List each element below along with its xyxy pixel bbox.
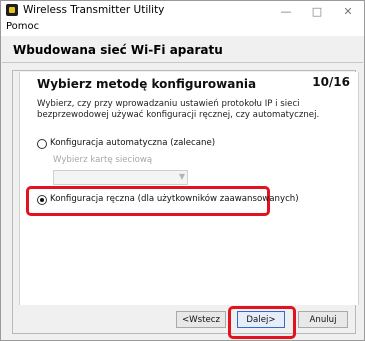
chevron-down-icon: ▼	[178, 172, 185, 181]
cancel-button[interactable]: Anuluj	[298, 311, 348, 328]
manual-config-radio[interactable]	[37, 195, 47, 205]
title-bar: Wireless Transmitter Utility — □ ✕	[1, 1, 364, 21]
next-button[interactable]: Dalej>	[237, 311, 285, 328]
step-counter: 10/16	[312, 75, 350, 89]
close-icon[interactable]: ✕	[334, 1, 362, 21]
step-heading: Wybierz metodę konfigurowania	[37, 77, 257, 91]
menu-bar: Pomoc	[1, 21, 364, 36]
auto-config-label[interactable]: Konfiguracja automatyczna (zalecane)	[50, 138, 215, 148]
section-title: Wbudowana sieć Wi-Fi aparatu	[13, 43, 223, 57]
auto-config-radio[interactable]	[37, 139, 47, 149]
app-icon	[6, 4, 18, 16]
window-title: Wireless Transmitter Utility	[23, 4, 165, 16]
network-adapter-label: Wybierz kartę sieciową	[53, 155, 153, 165]
menu-item-help[interactable]: Pomoc	[6, 21, 39, 32]
step-instruction: Wybierz, czy przy wprowadzaniu ustawień …	[37, 99, 320, 120]
manual-config-label[interactable]: Konfiguracja ręczna (dla użytkowników za…	[50, 194, 299, 204]
section-header: Wbudowana sieć Wi-Fi aparatu	[2, 38, 363, 63]
maximize-icon[interactable]: □	[303, 1, 331, 21]
minimize-icon[interactable]: —	[272, 1, 300, 21]
wizard-content: Wybierz metodę konfigurowania 10/16 Wybi…	[19, 72, 359, 305]
app-window: Wireless Transmitter Utility — □ ✕ Pomoc…	[0, 0, 365, 341]
network-adapter-select[interactable]: ▼	[53, 170, 188, 185]
back-button[interactable]: <Wstecz	[176, 311, 226, 328]
